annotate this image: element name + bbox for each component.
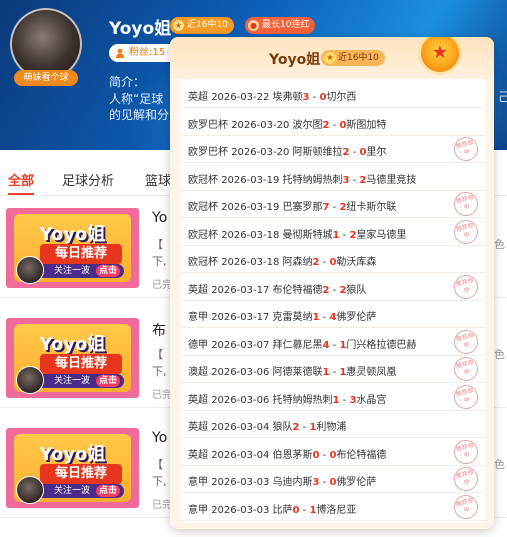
record-row: 澳超 2026-03-06 阿德莱德联1 - 1惠灵顿凤凰 推荐命中 — [180, 354, 486, 384]
record-row: 英超 2026-03-17 布伦特福德2 - 2狼队 推荐命中 — [180, 271, 486, 302]
thumb-avatar — [16, 366, 44, 394]
record-text: 英超 2026-03-04 伯恩茅斯0 - 0布伦特福德 — [188, 449, 387, 461]
record-text: 意甲 2026-03-03 比萨0 - 1博洛尼亚 — [188, 504, 357, 516]
article-title[interactable]: Yo — [152, 430, 167, 446]
record-text: 欧冠杯 2026-03-18 阿森纳2 - 0勒沃库森 — [188, 257, 377, 268]
record-row: 英超 2026-03-22 埃弗顿3 - 0切尔西 — [180, 81, 486, 108]
article-thumbnail[interactable]: Yoyo姐 每日推荐 关注一波 点击 — [6, 318, 139, 398]
article-desc-tail: 色 — [494, 458, 505, 471]
article-title[interactable]: Yo — [152, 210, 167, 226]
record-text: 英超 2026-03-17 布伦特福德2 - 2狼队 — [188, 284, 367, 296]
user-icon — [116, 48, 124, 58]
hit-stamp-icon: 推荐命中 — [451, 189, 481, 219]
article-status: 已完 — [152, 390, 172, 401]
hit-stamp-icon: 推荐命中 — [451, 326, 481, 357]
star-icon: ★ — [173, 20, 184, 31]
record-text: 英超 2026-03-04 狼队2 - 1利物浦 — [188, 422, 347, 433]
record-row: 欧冠杯 2026-03-19 托特纳姆热刺3 - 2马德里竞技 — [180, 164, 486, 191]
record-text: 意甲 2026-03-17 克雷莫纳1 - 4佛罗伦萨 — [188, 312, 377, 323]
popup-header: Yoyo姐 ★ 近16中10 ★ — [170, 37, 494, 79]
record-text: 欧冠杯 2026-03-19 巴塞罗那7 - 2纽卡斯尔联 — [188, 202, 397, 213]
record-popup: Yoyo姐 ★ 近16中10 ★ 英超 2026-03-22 埃弗顿3 - 0切… — [170, 37, 494, 529]
record-row: 英超 2026-03-04 伯恩茅斯0 - 0布伦特福德 推荐命中 — [180, 436, 486, 467]
record-text: 英超 2026-03-22 埃弗顿3 - 0切尔西 — [188, 92, 357, 103]
flame-icon: ● — [248, 20, 259, 31]
record-row: 意甲 2026-03-17 克雷莫纳1 - 4佛罗伦萨 — [180, 301, 486, 328]
record-text: 欧罗巴杯 2026-03-20 阿斯顿维拉2 - 0里尔 — [188, 147, 387, 158]
record-text: 澳超 2026-03-06 阿德莱德联1 - 1惠灵顿凤凰 — [188, 367, 397, 378]
thumb-click: 点击 — [95, 265, 120, 277]
record-text: 英超 2026-03-06 托特纳姆热刺1 - 3水晶宫 — [188, 394, 387, 406]
article-desc-tail: 色 — [494, 238, 505, 251]
popup-name: Yoyo姐 — [269, 52, 321, 68]
record-row: 英超 2026-03-06 托特纳姆热刺1 - 3水晶宫 推荐命中 — [180, 381, 486, 412]
record-row: 欧冠杯 2026-03-19 巴塞罗那7 - 2纽卡斯尔联 推荐命中 — [180, 189, 486, 219]
record-row: 意甲 2026-03-03 乌迪内斯3 - 0佛罗伦萨 推荐命中 — [180, 464, 486, 494]
hit-stamp-icon: 推荐命中 — [451, 436, 481, 467]
record-row: 欧冠杯 2026-03-18 阿森纳2 - 0勒沃库森 — [180, 246, 486, 273]
profile-name: Yoyo姐 — [109, 19, 172, 39]
hit-rate-badge[interactable]: ★ 近16中10 — [170, 17, 234, 34]
hit-stamp-icon: 推荐命中 — [451, 354, 481, 384]
record-text: 欧罗巴杯 2026-03-20 波尔图2 - 0斯图加特 — [188, 119, 387, 131]
record-row: 德甲 2026-03-07 拜仁慕尼黑4 - 1门兴格拉德巴赫 推荐命中 — [180, 326, 486, 357]
hit-stamp-icon: 推荐命中 — [451, 216, 481, 247]
avatar-tag: 萌妹看个球 — [14, 70, 78, 86]
article-desc: 【 — [152, 348, 163, 361]
thumb-subtitle: 每日推荐 — [40, 354, 122, 374]
article-status: 已完 — [152, 280, 172, 291]
article-desc: 【 — [152, 238, 163, 251]
hit-stamp-icon: 推荐命中 — [451, 134, 481, 164]
hit-stamp-icon: 推荐命中 — [451, 464, 481, 494]
thumb-avatar — [16, 256, 44, 284]
hit-stamp-icon: 推荐命中 — [451, 381, 481, 412]
popup-hit-text: 近16中10 — [338, 53, 379, 63]
thumb-avatar — [16, 476, 44, 504]
streak-text: 最长10连红 — [262, 20, 310, 30]
medal-icon: ★ — [418, 37, 462, 75]
article-thumbnail[interactable]: Yoyo姐 每日推荐 关注一波 点击 — [6, 428, 139, 508]
hit-stamp-icon: 推荐命中 — [451, 271, 481, 302]
thumb-subtitle: 每日推荐 — [40, 244, 122, 264]
hit-rate-text: 近16中10 — [187, 20, 228, 30]
intro-tail: 己 — [498, 90, 507, 104]
popup-hit-badge: ★ 近16中10 — [321, 50, 385, 66]
record-row: 欧罗巴杯 2026-03-20 波尔图2 - 0斯图加特 — [180, 109, 486, 136]
article-desc: 下, — [152, 255, 167, 268]
record-text: 欧冠杯 2026-03-19 托特纳姆热刺3 - 2马德里竞技 — [188, 174, 417, 186]
intro-title: 简介： — [109, 75, 146, 89]
article-desc: 下, — [152, 475, 167, 488]
record-list[interactable]: 英超 2026-03-22 埃弗顿3 - 0切尔西欧罗巴杯 2026-03-20… — [180, 79, 486, 523]
thumb-click: 点击 — [95, 485, 120, 497]
thumb-click: 点击 — [95, 375, 120, 387]
record-row: 欧罗巴杯 2026-03-20 阿斯顿维拉2 - 0里尔 推荐命中 — [180, 134, 486, 164]
record-text: 欧冠杯 2026-03-18 曼彻斯特城1 - 2皇家马德里 — [188, 229, 407, 241]
fans-text: 粉丝:15 — [129, 47, 166, 58]
article-desc: 【 — [152, 458, 163, 471]
thumb-title: Yoyo姐 — [39, 334, 106, 355]
thumb-title: Yoyo姐 — [39, 444, 106, 465]
tab-basketball[interactable]: 篮球 — [145, 170, 171, 189]
intro-line: 的见解和分 — [109, 108, 170, 122]
active-tab-indicator — [8, 193, 34, 195]
article-title[interactable]: 布 — [152, 320, 166, 340]
star-icon: ★ — [324, 52, 336, 64]
record-row: 英超 2026-03-04 狼队2 - 1利物浦 — [180, 411, 486, 438]
tab-football-analysis[interactable]: 足球分析 — [62, 170, 114, 189]
record-text: 德甲 2026-03-07 拜仁慕尼黑4 - 1门兴格拉德巴赫 — [188, 339, 417, 351]
article-desc: 下, — [152, 365, 167, 378]
record-row: 欧冠杯 2026-03-18 曼彻斯特城1 - 2皇家马德里 推荐命中 — [180, 216, 486, 247]
thumb-subtitle: 每日推荐 — [40, 464, 122, 484]
article-desc-tail: 色 — [494, 348, 505, 361]
record-row: 意甲 2026-03-03 比萨0 - 1博洛尼亚 推荐命中 — [180, 491, 486, 522]
hit-stamp-icon: 推荐命中 — [451, 491, 481, 522]
streak-badge[interactable]: ● 最长10连红 — [245, 17, 316, 34]
record-text: 意甲 2026-03-03 乌迪内斯3 - 0佛罗伦萨 — [188, 477, 377, 488]
article-thumbnail[interactable]: Yoyo姐 每日推荐 关注一波 点击 — [6, 208, 139, 288]
article-status: 已完 — [152, 500, 172, 511]
intro-line: 人称“足球 — [109, 92, 164, 106]
thumb-title: Yoyo姐 — [39, 224, 106, 245]
tab-all[interactable]: 全部 — [8, 170, 34, 189]
